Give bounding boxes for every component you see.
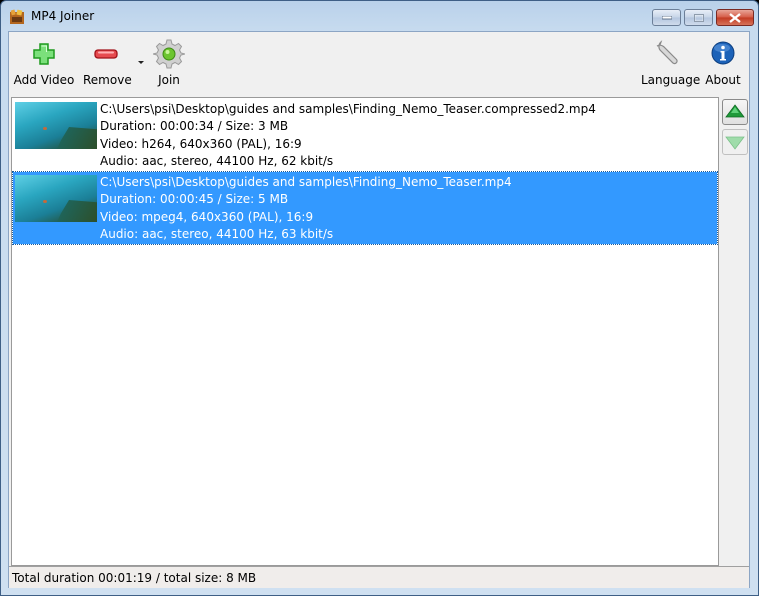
app-window: MP4 Joiner Add Video Remove Join Languag…: [0, 0, 759, 596]
file-list-item[interactable]: C:\Users\psi\Desktop\guides and samples\…: [13, 99, 717, 171]
minimize-icon: [661, 15, 672, 19]
window-title: MP4 Joiner: [31, 9, 95, 23]
arrow-down-icon: [725, 136, 745, 150]
move-up-button[interactable]: [722, 99, 748, 125]
file-audio-info: Audio: aac, stereo, 44100 Hz, 63 kbit/s: [100, 226, 334, 241]
file-list-item-selected[interactable]: C:\Users\psi\Desktop\guides and samples\…: [12, 171, 718, 245]
join-button[interactable]: Join: [149, 38, 189, 92]
status-text: Total duration 00:01:19 / total size: 8 …: [12, 571, 257, 585]
status-bar: Total duration 00:01:19 / total size: 8 …: [9, 566, 749, 588]
wrench-icon: [653, 38, 685, 70]
file-video-info: Video: h264, 640x360 (PAL), 16:9: [100, 136, 302, 151]
add-video-button[interactable]: Add Video: [11, 38, 77, 92]
close-icon: [729, 12, 741, 23]
join-label: Join: [158, 73, 180, 87]
file-list[interactable]: C:\Users\psi\Desktop\guides and samples\…: [11, 97, 719, 566]
maximize-icon: [693, 13, 704, 22]
add-video-label: Add Video: [13, 73, 75, 87]
client-area: Add Video Remove Join Language About C:\…: [8, 31, 750, 588]
arrow-up-icon: [725, 104, 745, 118]
info-icon: [707, 38, 739, 70]
close-button[interactable]: [716, 9, 754, 26]
maximize-button[interactable]: [684, 9, 713, 26]
language-label: Language: [641, 73, 701, 87]
move-down-button[interactable]: [722, 129, 748, 155]
video-thumbnail: [15, 175, 97, 222]
file-path: C:\Users\psi\Desktop\guides and samples\…: [100, 102, 596, 116]
toolbar: Add Video Remove Join Language About: [9, 32, 749, 96]
app-icon: [10, 9, 24, 24]
file-audio-info: Audio: aac, stereo, 44100 Hz, 62 kbit/s: [100, 153, 334, 168]
about-label: About: [705, 73, 741, 87]
file-duration-size: Duration: 00:00:34 / Size: 3 MB: [100, 119, 289, 134]
reorder-buttons: [722, 99, 750, 159]
remove-button[interactable]: Remove: [83, 38, 132, 92]
chevron-down-icon: [138, 61, 144, 64]
file-video-info: Video: mpeg4, 640x360 (PAL), 16:9: [100, 209, 314, 224]
file-path: C:\Users\psi\Desktop\guides and samples\…: [100, 175, 512, 189]
about-button[interactable]: About: [702, 38, 744, 92]
gear-icon: [152, 38, 186, 70]
plus-icon: [28, 38, 60, 70]
language-button[interactable]: Language: [641, 38, 701, 92]
file-duration-size: Duration: 00:00:45 / Size: 5 MB: [100, 192, 289, 207]
remove-dropdown-arrow[interactable]: [135, 56, 147, 68]
minus-icon: [90, 38, 122, 70]
remove-label: Remove: [83, 73, 132, 87]
minimize-button[interactable]: [652, 9, 681, 26]
video-thumbnail: [15, 102, 97, 149]
title-bar[interactable]: MP4 Joiner: [1, 1, 758, 31]
